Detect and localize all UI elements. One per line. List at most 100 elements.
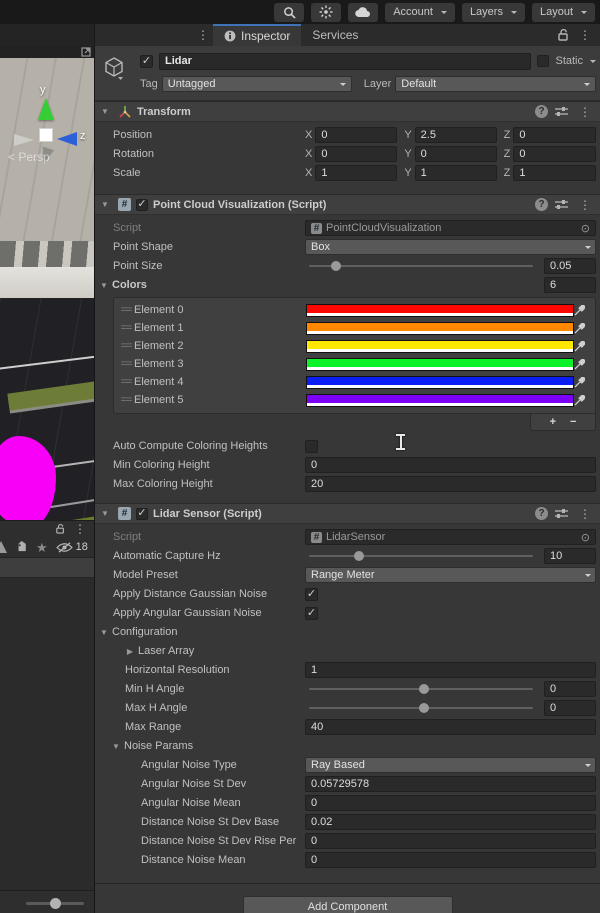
zoom-slider-thumb[interactable] bbox=[50, 898, 61, 909]
max-h-angle-value[interactable]: 0 bbox=[544, 700, 596, 716]
static-dropdown-icon[interactable] bbox=[590, 60, 596, 66]
color-swatch[interactable] bbox=[306, 357, 574, 371]
tab-inspector[interactable]: Inspector bbox=[213, 24, 302, 46]
layout-dropdown[interactable]: Layout bbox=[531, 2, 595, 22]
rotation-x-field[interactable]: 0 bbox=[315, 146, 398, 162]
eye-off-icon[interactable] bbox=[55, 541, 73, 554]
eyedropper-icon[interactable] bbox=[574, 394, 591, 406]
drag-handle-icon[interactable]: == bbox=[118, 340, 134, 352]
max-range-field[interactable]: 40 bbox=[305, 719, 596, 735]
slider-thumb[interactable] bbox=[418, 684, 429, 694]
horizontal-resolution-field[interactable]: 1 bbox=[305, 662, 596, 678]
distance-noise-stdev-rise-field[interactable]: 0 bbox=[305, 833, 596, 849]
help-icon[interactable]: ? bbox=[535, 507, 548, 520]
layers-dropdown[interactable]: Layers bbox=[461, 2, 525, 22]
presets-icon[interactable] bbox=[555, 508, 568, 519]
tag-icon[interactable] bbox=[15, 540, 28, 554]
laser-array-foldout[interactable]: ▶ Laser Array bbox=[95, 642, 600, 660]
component-menu-icon[interactable]: ⋮ bbox=[575, 105, 595, 119]
search-button[interactable] bbox=[274, 2, 305, 22]
rotation-y-field[interactable]: 0 bbox=[414, 146, 497, 162]
point-size-slider[interactable] bbox=[309, 261, 533, 271]
persp-label[interactable]: < Persp bbox=[8, 150, 50, 164]
zoom-slider[interactable] bbox=[26, 898, 84, 909]
gameobject-active-checkbox[interactable]: ✓ bbox=[140, 54, 153, 68]
tag-dropdown[interactable]: Untagged bbox=[161, 76, 352, 92]
min-h-angle-value[interactable]: 0 bbox=[544, 681, 596, 697]
lock-icon[interactable] bbox=[56, 524, 65, 534]
angular-noise-checkbox[interactable]: ✓ bbox=[305, 606, 318, 620]
configuration-foldout[interactable]: ▼ Configuration bbox=[95, 623, 600, 641]
distance-noise-checkbox[interactable]: ✓ bbox=[305, 587, 318, 601]
rotation-z-field[interactable]: 0 bbox=[513, 146, 596, 162]
drag-handle-icon[interactable]: == bbox=[118, 376, 134, 388]
object-picker-icon[interactable]: ⊙ bbox=[581, 531, 590, 544]
point-size-value[interactable]: 0.05 bbox=[544, 258, 596, 274]
lidar-header[interactable]: ▼ # ✓ Lidar Sensor (Script) ? ⋮ bbox=[95, 503, 600, 524]
pcv-script-field[interactable]: # PointCloudVisualization ⊙ bbox=[305, 220, 596, 236]
gizmo-y-axis[interactable] bbox=[38, 98, 54, 120]
scene-view[interactable]: y z < Persp bbox=[0, 58, 94, 520]
gameobject-name-field[interactable]: Lidar bbox=[159, 52, 532, 70]
gizmo-x-axis[interactable] bbox=[14, 134, 34, 146]
transform-header[interactable]: ▼ Transform ? ⋮ bbox=[95, 101, 600, 122]
component-menu-icon[interactable]: ⋮ bbox=[575, 507, 595, 521]
eyedropper-icon[interactable] bbox=[574, 340, 591, 352]
scale-x-field[interactable]: 1 bbox=[315, 165, 398, 181]
color-swatch[interactable] bbox=[306, 339, 574, 353]
distance-noise-stdev-base-field[interactable]: 0.02 bbox=[305, 814, 596, 830]
max-h-angle-slider[interactable] bbox=[309, 703, 533, 713]
presets-icon[interactable] bbox=[555, 106, 568, 117]
foldout-open-icon[interactable]: ▼ bbox=[111, 742, 121, 751]
min-coloring-field[interactable]: 0 bbox=[305, 457, 596, 473]
lock-icon[interactable] bbox=[558, 29, 569, 41]
drag-handle-icon[interactable]: == bbox=[118, 358, 134, 370]
auto-compute-checkbox[interactable] bbox=[305, 439, 318, 453]
gizmo-z-axis[interactable] bbox=[57, 132, 77, 146]
shape-icon[interactable] bbox=[0, 541, 7, 553]
gameobject-cube-icon[interactable] bbox=[103, 56, 125, 80]
account-dropdown[interactable]: Account bbox=[385, 2, 455, 22]
color-swatch[interactable] bbox=[306, 393, 574, 407]
lower-pane-menu-icon[interactable]: ⋮ bbox=[70, 522, 90, 536]
position-z-field[interactable]: 0 bbox=[513, 127, 596, 143]
foldout-open-icon[interactable]: ▼ bbox=[100, 509, 110, 518]
scale-y-field[interactable]: 1 bbox=[414, 165, 497, 181]
star-icon[interactable]: ★ bbox=[36, 541, 48, 554]
angular-noise-type-dropdown[interactable]: Ray Based bbox=[305, 757, 596, 773]
pcv-header[interactable]: ▼ # ✓ Point Cloud Visualization (Script)… bbox=[95, 194, 600, 215]
drag-handle-icon[interactable]: == bbox=[118, 322, 134, 334]
object-picker-icon[interactable]: ⊙ bbox=[581, 222, 590, 235]
remove-element-button[interactable]: − bbox=[570, 416, 576, 428]
drag-handle-icon[interactable]: == bbox=[118, 304, 134, 316]
add-element-button[interactable]: + bbox=[550, 416, 556, 428]
foldout-open-icon[interactable]: ▼ bbox=[100, 200, 110, 209]
max-coloring-field[interactable]: 20 bbox=[305, 476, 596, 492]
cloud-services-button[interactable] bbox=[348, 2, 379, 22]
slider-thumb[interactable] bbox=[418, 703, 429, 713]
color-swatch[interactable] bbox=[306, 303, 574, 317]
position-x-field[interactable]: 0 bbox=[315, 127, 398, 143]
position-y-field[interactable]: 2.5 bbox=[414, 127, 497, 143]
angular-noise-mean-field[interactable]: 0 bbox=[305, 795, 596, 811]
foldout-open-icon[interactable]: ▼ bbox=[100, 107, 110, 116]
lidar-enabled-checkbox[interactable]: ✓ bbox=[136, 507, 148, 520]
help-icon[interactable]: ? bbox=[535, 105, 548, 118]
noise-params-foldout[interactable]: ▼ Noise Params bbox=[95, 737, 600, 755]
gizmo-center-cube[interactable] bbox=[39, 128, 53, 142]
foldout-open-icon[interactable]: ▼ bbox=[99, 281, 109, 290]
color-swatch[interactable] bbox=[306, 321, 574, 335]
progress-activity-button[interactable] bbox=[311, 2, 342, 22]
color-swatch[interactable] bbox=[306, 375, 574, 389]
eyedropper-icon[interactable] bbox=[574, 376, 591, 388]
model-preset-dropdown[interactable]: Range Meter bbox=[305, 567, 596, 583]
help-icon[interactable]: ? bbox=[535, 198, 548, 211]
scale-z-field[interactable]: 1 bbox=[513, 165, 596, 181]
maximize-icon[interactable] bbox=[81, 47, 91, 57]
capture-hz-value[interactable]: 10 bbox=[544, 548, 596, 564]
pane-menu-icon[interactable]: ⋮ bbox=[193, 28, 213, 42]
inspector-menu-icon[interactable]: ⋮ bbox=[575, 28, 595, 42]
eyedropper-icon[interactable] bbox=[574, 358, 591, 370]
tab-services[interactable]: Services bbox=[301, 24, 369, 46]
add-component-button[interactable]: Add Component bbox=[242, 896, 453, 913]
